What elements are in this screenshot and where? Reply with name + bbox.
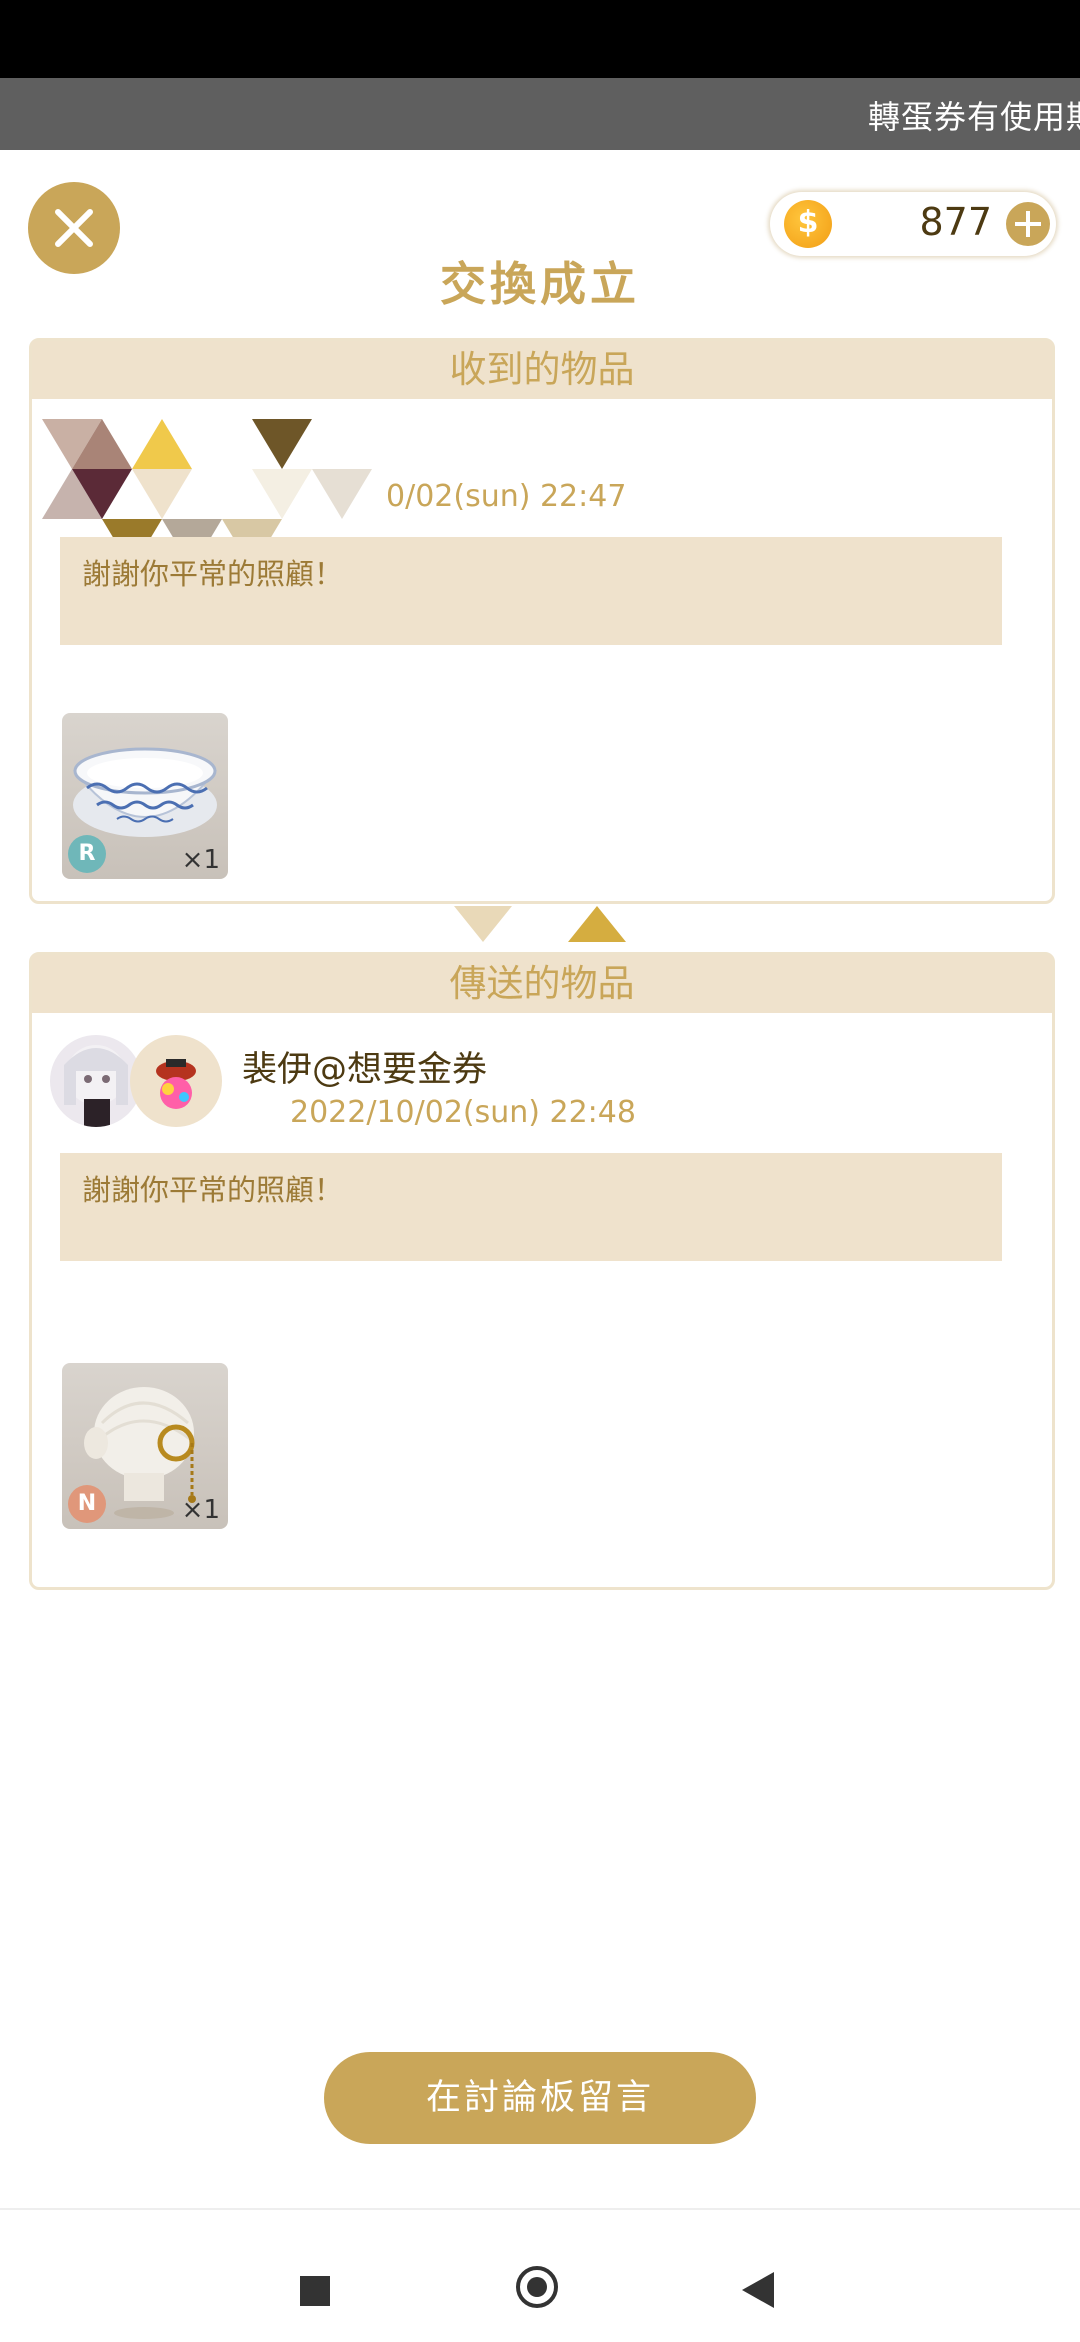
- sent-item-tile[interactable]: N ×1: [62, 1363, 228, 1529]
- sent-date: 2022/10/02(sun) 22:48: [290, 1095, 636, 1130]
- recent-apps-icon[interactable]: [300, 2276, 330, 2306]
- sent-message-box: 謝謝你平常的照顧！: [60, 1153, 1002, 1261]
- announcement-ticker[interactable]: 轉蛋券有使用期限: [0, 78, 1080, 150]
- home-icon[interactable]: [516, 2266, 558, 2308]
- sent-items-header: 傳送的物品: [32, 955, 1052, 1013]
- post-to-board-button[interactable]: 在討論板留言: [324, 2052, 756, 2144]
- sender-username[interactable]: 裴伊@想要金券: [242, 1041, 487, 1092]
- received-item-tile[interactable]: R ×1: [62, 713, 228, 879]
- page-title: 交換成立: [440, 257, 640, 311]
- ticker-text: 轉蛋券有使用期限: [868, 98, 1080, 136]
- received-items-panel: 收到的物品 0/02(sun) 22:47 謝謝你平常的照顧！ R ×1: [29, 338, 1055, 904]
- received-items-header: 收到的物品: [32, 341, 1052, 399]
- coin-count: 877: [919, 200, 992, 244]
- sent-message: 謝謝你平常的照顧！: [82, 1173, 344, 1207]
- send-arrow-icon: [568, 906, 626, 942]
- rarity-badge: N: [68, 1485, 106, 1523]
- status-bar: [0, 0, 1080, 78]
- rarity-badge: R: [68, 835, 106, 873]
- item-quantity: ×1: [181, 1495, 220, 1525]
- received-message-box: 謝謝你平常的照顧！: [60, 537, 1002, 645]
- receive-arrow-icon: [454, 906, 512, 942]
- user-pet-avatar[interactable]: [130, 1035, 222, 1127]
- received-message: 謝謝你平常的照顧！: [82, 557, 344, 591]
- item-quantity: ×1: [181, 845, 220, 875]
- system-nav-bar: [0, 2208, 1080, 2342]
- coin-balance: $ 877: [770, 192, 1056, 256]
- user-avatar[interactable]: [50, 1035, 142, 1127]
- gold-coin-icon: $: [784, 200, 832, 248]
- sent-items-panel: 傳送的物品 裴伊@想要金券 2022/10/02(sun) 22:48 謝謝你平…: [29, 952, 1055, 1590]
- received-date: 0/02(sun) 22:47: [386, 479, 627, 514]
- back-icon[interactable]: [742, 2272, 774, 2308]
- add-coins-button[interactable]: [1006, 202, 1050, 246]
